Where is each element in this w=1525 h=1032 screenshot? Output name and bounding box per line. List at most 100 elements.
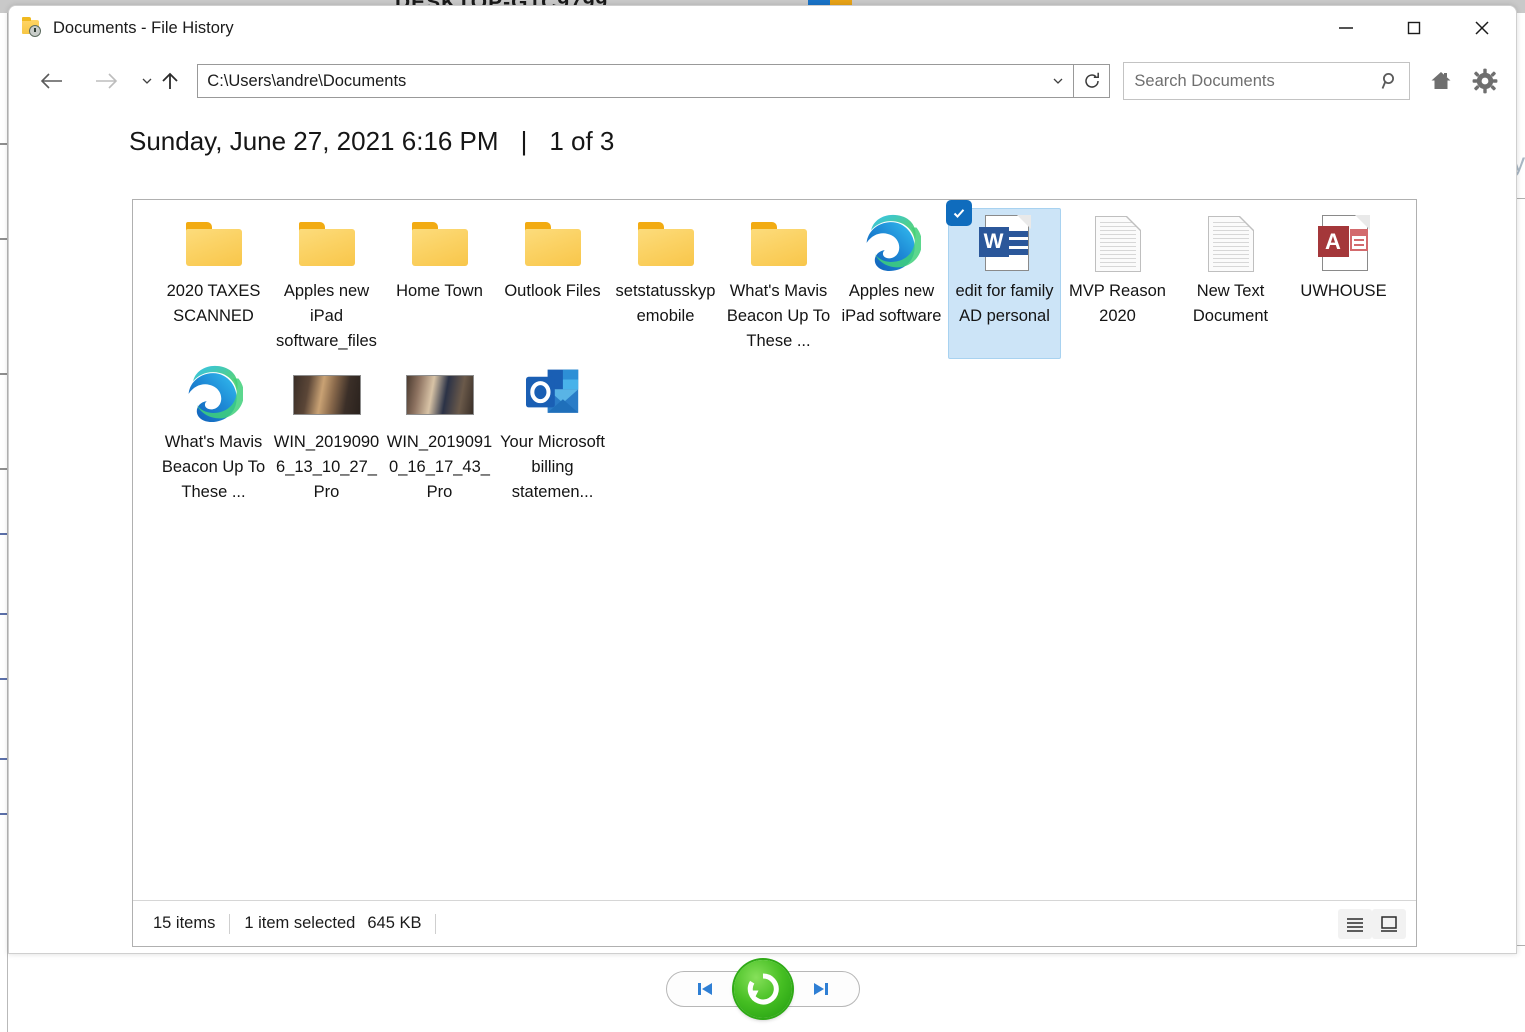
edge-icon	[185, 364, 243, 427]
file-name-label: What's Mavis Beacon Up To These ...	[160, 430, 267, 505]
file-item-selected[interactable]: Wedit for family AD personal	[948, 208, 1061, 359]
file-item[interactable]: Your Microsoft billing statemen...	[496, 359, 609, 510]
file-icon	[404, 366, 476, 424]
file-item[interactable]: Apples new iPad software_files	[270, 208, 383, 359]
window-titlebar: Documents - File History	[9, 6, 1516, 50]
file-name-label: UWHOUSE	[1290, 279, 1397, 304]
word-document-icon: W	[979, 215, 1031, 273]
folder-icon	[186, 222, 242, 266]
file-item[interactable]: What's Mavis Beacon Up To These ...	[722, 208, 835, 359]
file-name-label: edit for family AD personal	[951, 279, 1058, 329]
file-item[interactable]: Home Town	[383, 208, 496, 359]
file-name-label: setstatusskypemobile	[612, 279, 719, 329]
file-icon	[1082, 215, 1154, 273]
file-name-label: WIN_20190910_16_17_43_Pro	[386, 430, 493, 505]
file-icon: A	[1308, 215, 1380, 273]
access-database-icon: A	[1318, 215, 1370, 273]
details-view-icon[interactable]	[1338, 909, 1372, 939]
up-one-level-button[interactable]	[157, 61, 184, 101]
file-name-label: Your Microsoft billing statemen...	[499, 430, 606, 505]
status-bar: 15 items 1 item selected 645 KB	[133, 900, 1416, 946]
navigation-toolbar: C:\Users\andre\Documents Search Document…	[9, 50, 1516, 112]
selection-count: 1 item selected	[244, 914, 355, 933]
edge-icon	[863, 213, 921, 276]
gear-icon[interactable]	[1466, 61, 1504, 101]
folder-icon	[525, 222, 581, 266]
text-document-icon	[1095, 216, 1141, 272]
file-item[interactable]: A UWHOUSE	[1287, 208, 1400, 359]
address-bar[interactable]: C:\Users\andre\Documents	[197, 64, 1074, 98]
file-icon	[178, 215, 250, 273]
file-history-window: Documents - File History	[8, 5, 1517, 954]
file-item[interactable]: WIN_20190910_16_17_43_Pro	[383, 359, 496, 510]
address-bar-path[interactable]: C:\Users\andre\Documents	[198, 72, 1043, 91]
home-icon[interactable]	[1422, 61, 1460, 101]
backup-date-header: Sunday, June 27, 2021 6:16 PM | 1 of 3	[9, 112, 1516, 157]
file-icon	[517, 215, 589, 273]
file-name-label: 2020 TAXES SCANNED	[160, 279, 267, 329]
file-item[interactable]: Outlook Files	[496, 208, 609, 359]
address-chevron-down-icon[interactable]	[1043, 65, 1073, 97]
backup-date: Sunday, June 27, 2021 6:16 PM	[129, 126, 499, 157]
refresh-icon[interactable]	[1074, 64, 1110, 98]
file-grid: 2020 TAXES SCANNEDApples new iPad softwa…	[133, 200, 1416, 510]
minimize-icon[interactable]	[1312, 6, 1380, 50]
file-item[interactable]: setstatusskypemobile	[609, 208, 722, 359]
file-icon	[743, 215, 815, 273]
selection-checkbox[interactable]	[947, 201, 971, 225]
text-document-icon	[1208, 216, 1254, 272]
search-icon[interactable]	[1371, 63, 1409, 99]
photo-thumbnail-icon	[406, 375, 474, 415]
file-item[interactable]: WIN_20190906_13_10_27_Pro	[270, 359, 383, 510]
file-icon	[291, 215, 363, 273]
previous-version-icon[interactable]	[666, 971, 744, 1007]
version-navigation	[0, 960, 1525, 1018]
file-name-label: New Text Document	[1177, 279, 1284, 329]
file-name-label: Outlook Files	[499, 279, 606, 304]
file-name-label: Apples new iPad software	[838, 279, 945, 329]
selection-size: 645 KB	[367, 914, 421, 933]
item-count: 15 items	[153, 914, 215, 933]
backup-position: 1 of 3	[549, 126, 614, 157]
folder-icon	[299, 222, 355, 266]
file-icon	[856, 215, 928, 273]
outlook-icon	[524, 366, 582, 425]
file-item[interactable]: New Text Document	[1174, 208, 1287, 359]
file-name-label: What's Mavis Beacon Up To These ...	[725, 279, 832, 354]
search-box[interactable]: Search Documents	[1123, 62, 1409, 100]
search-input[interactable]: Search Documents	[1124, 72, 1370, 91]
file-list-panel: 2020 TAXES SCANNEDApples new iPad softwa…	[132, 199, 1417, 947]
window-title: Documents - File History	[53, 19, 234, 38]
file-name-label: WIN_20190906_13_10_27_Pro	[273, 430, 380, 505]
photo-thumbnail-icon	[293, 375, 361, 415]
folder-icon	[638, 222, 694, 266]
back-button[interactable]	[33, 61, 71, 101]
file-icon	[517, 366, 589, 424]
file-name-label: MVP Reason 2020	[1064, 279, 1171, 329]
file-icon	[291, 366, 363, 424]
file-item[interactable]: What's Mavis Beacon Up To These ...	[157, 359, 270, 510]
file-icon	[178, 366, 250, 424]
file-item[interactable]: Apples new iPad software	[835, 208, 948, 359]
close-icon[interactable]	[1448, 6, 1516, 50]
window-controls	[1312, 6, 1516, 50]
file-name-label: Apples new iPad software_files	[273, 279, 380, 354]
next-version-icon[interactable]	[782, 971, 860, 1007]
folder-icon	[412, 222, 468, 266]
file-icon	[630, 215, 702, 273]
folder-clock-icon	[21, 17, 43, 39]
file-icon: W	[969, 215, 1041, 273]
file-item[interactable]: 2020 TAXES SCANNED	[157, 208, 270, 359]
maximize-icon[interactable]	[1380, 6, 1448, 50]
forward-button[interactable]	[87, 61, 125, 101]
large-icons-view-icon[interactable]	[1372, 909, 1406, 939]
header-separator: |	[521, 126, 528, 157]
restore-icon[interactable]	[734, 960, 792, 1018]
recent-locations-chevron-down-icon[interactable]	[139, 61, 154, 101]
background-left-edge	[0, 13, 8, 1032]
file-icon	[404, 215, 476, 273]
file-name-label: Home Town	[386, 279, 493, 304]
file-icon	[1195, 215, 1267, 273]
folder-icon	[751, 222, 807, 266]
file-item[interactable]: MVP Reason 2020	[1061, 208, 1174, 359]
